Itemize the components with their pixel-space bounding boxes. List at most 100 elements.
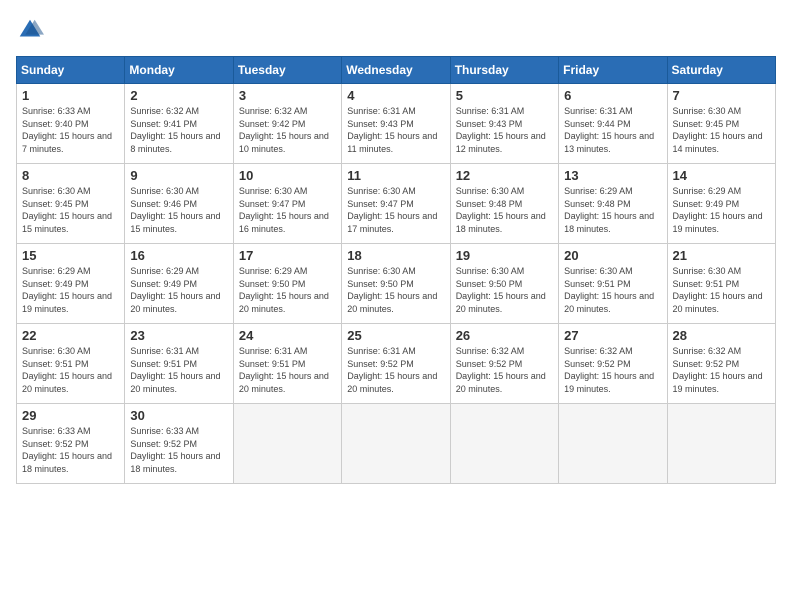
day-number: 1 <box>22 88 119 103</box>
day-number: 30 <box>130 408 227 423</box>
day-info: Sunrise: 6:31 AMSunset: 9:43 PMDaylight:… <box>456 106 546 154</box>
calendar-cell: 20 Sunrise: 6:30 AMSunset: 9:51 PMDaylig… <box>559 244 667 324</box>
day-info: Sunrise: 6:32 AMSunset: 9:52 PMDaylight:… <box>673 346 763 394</box>
day-info: Sunrise: 6:29 AMSunset: 9:50 PMDaylight:… <box>239 266 329 314</box>
column-header-friday: Friday <box>559 57 667 84</box>
calendar-cell: 28 Sunrise: 6:32 AMSunset: 9:52 PMDaylig… <box>667 324 775 404</box>
day-number: 13 <box>564 168 661 183</box>
calendar-cell: 29 Sunrise: 6:33 AMSunset: 9:52 PMDaylig… <box>17 404 125 484</box>
calendar-cell <box>233 404 341 484</box>
calendar-cell: 30 Sunrise: 6:33 AMSunset: 9:52 PMDaylig… <box>125 404 233 484</box>
calendar-cell: 21 Sunrise: 6:30 AMSunset: 9:51 PMDaylig… <box>667 244 775 324</box>
day-number: 6 <box>564 88 661 103</box>
day-info: Sunrise: 6:30 AMSunset: 9:48 PMDaylight:… <box>456 186 546 234</box>
calendar-cell: 18 Sunrise: 6:30 AMSunset: 9:50 PMDaylig… <box>342 244 450 324</box>
calendar-cell: 15 Sunrise: 6:29 AMSunset: 9:49 PMDaylig… <box>17 244 125 324</box>
calendar-cell <box>450 404 558 484</box>
calendar-cell: 11 Sunrise: 6:30 AMSunset: 9:47 PMDaylig… <box>342 164 450 244</box>
week-row-3: 15 Sunrise: 6:29 AMSunset: 9:49 PMDaylig… <box>17 244 776 324</box>
calendar-cell: 25 Sunrise: 6:31 AMSunset: 9:52 PMDaylig… <box>342 324 450 404</box>
calendar-cell: 24 Sunrise: 6:31 AMSunset: 9:51 PMDaylig… <box>233 324 341 404</box>
day-info: Sunrise: 6:32 AMSunset: 9:52 PMDaylight:… <box>564 346 654 394</box>
day-number: 4 <box>347 88 444 103</box>
calendar-cell: 1 Sunrise: 6:33 AMSunset: 9:40 PMDayligh… <box>17 84 125 164</box>
column-header-monday: Monday <box>125 57 233 84</box>
day-info: Sunrise: 6:31 AMSunset: 9:51 PMDaylight:… <box>130 346 220 394</box>
day-number: 10 <box>239 168 336 183</box>
calendar-cell: 14 Sunrise: 6:29 AMSunset: 9:49 PMDaylig… <box>667 164 775 244</box>
calendar-cell: 27 Sunrise: 6:32 AMSunset: 9:52 PMDaylig… <box>559 324 667 404</box>
day-number: 27 <box>564 328 661 343</box>
day-info: Sunrise: 6:33 AMSunset: 9:40 PMDaylight:… <box>22 106 112 154</box>
day-number: 11 <box>347 168 444 183</box>
day-info: Sunrise: 6:29 AMSunset: 9:49 PMDaylight:… <box>673 186 763 234</box>
day-info: Sunrise: 6:33 AMSunset: 9:52 PMDaylight:… <box>130 426 220 474</box>
day-number: 20 <box>564 248 661 263</box>
calendar-cell: 8 Sunrise: 6:30 AMSunset: 9:45 PMDayligh… <box>17 164 125 244</box>
calendar-table: SundayMondayTuesdayWednesdayThursdayFrid… <box>16 56 776 484</box>
header <box>16 16 776 44</box>
calendar-cell: 10 Sunrise: 6:30 AMSunset: 9:47 PMDaylig… <box>233 164 341 244</box>
day-number: 26 <box>456 328 553 343</box>
day-info: Sunrise: 6:30 AMSunset: 9:45 PMDaylight:… <box>673 106 763 154</box>
column-header-wednesday: Wednesday <box>342 57 450 84</box>
logo <box>16 16 48 44</box>
week-row-2: 8 Sunrise: 6:30 AMSunset: 9:45 PMDayligh… <box>17 164 776 244</box>
day-number: 21 <box>673 248 770 263</box>
calendar-cell: 22 Sunrise: 6:30 AMSunset: 9:51 PMDaylig… <box>17 324 125 404</box>
day-info: Sunrise: 6:30 AMSunset: 9:46 PMDaylight:… <box>130 186 220 234</box>
column-header-saturday: Saturday <box>667 57 775 84</box>
day-info: Sunrise: 6:31 AMSunset: 9:44 PMDaylight:… <box>564 106 654 154</box>
calendar-cell: 16 Sunrise: 6:29 AMSunset: 9:49 PMDaylig… <box>125 244 233 324</box>
day-number: 14 <box>673 168 770 183</box>
day-number: 12 <box>456 168 553 183</box>
day-number: 3 <box>239 88 336 103</box>
day-info: Sunrise: 6:31 AMSunset: 9:52 PMDaylight:… <box>347 346 437 394</box>
day-info: Sunrise: 6:30 AMSunset: 9:50 PMDaylight:… <box>347 266 437 314</box>
day-info: Sunrise: 6:30 AMSunset: 9:47 PMDaylight:… <box>239 186 329 234</box>
day-info: Sunrise: 6:31 AMSunset: 9:51 PMDaylight:… <box>239 346 329 394</box>
day-number: 29 <box>22 408 119 423</box>
calendar-cell: 19 Sunrise: 6:30 AMSunset: 9:50 PMDaylig… <box>450 244 558 324</box>
day-number: 23 <box>130 328 227 343</box>
day-number: 24 <box>239 328 336 343</box>
day-info: Sunrise: 6:30 AMSunset: 9:51 PMDaylight:… <box>564 266 654 314</box>
day-info: Sunrise: 6:30 AMSunset: 9:50 PMDaylight:… <box>456 266 546 314</box>
week-row-1: 1 Sunrise: 6:33 AMSunset: 9:40 PMDayligh… <box>17 84 776 164</box>
calendar-cell <box>342 404 450 484</box>
column-header-tuesday: Tuesday <box>233 57 341 84</box>
day-info: Sunrise: 6:29 AMSunset: 9:48 PMDaylight:… <box>564 186 654 234</box>
day-number: 15 <box>22 248 119 263</box>
calendar-cell: 9 Sunrise: 6:30 AMSunset: 9:46 PMDayligh… <box>125 164 233 244</box>
day-number: 28 <box>673 328 770 343</box>
day-info: Sunrise: 6:32 AMSunset: 9:52 PMDaylight:… <box>456 346 546 394</box>
day-number: 5 <box>456 88 553 103</box>
logo-icon <box>16 16 44 44</box>
column-header-sunday: Sunday <box>17 57 125 84</box>
calendar-cell: 5 Sunrise: 6:31 AMSunset: 9:43 PMDayligh… <box>450 84 558 164</box>
calendar-cell: 7 Sunrise: 6:30 AMSunset: 9:45 PMDayligh… <box>667 84 775 164</box>
week-row-4: 22 Sunrise: 6:30 AMSunset: 9:51 PMDaylig… <box>17 324 776 404</box>
day-info: Sunrise: 6:32 AMSunset: 9:42 PMDaylight:… <box>239 106 329 154</box>
day-number: 9 <box>130 168 227 183</box>
column-header-thursday: Thursday <box>450 57 558 84</box>
week-row-5: 29 Sunrise: 6:33 AMSunset: 9:52 PMDaylig… <box>17 404 776 484</box>
day-number: 8 <box>22 168 119 183</box>
day-info: Sunrise: 6:29 AMSunset: 9:49 PMDaylight:… <box>130 266 220 314</box>
day-info: Sunrise: 6:31 AMSunset: 9:43 PMDaylight:… <box>347 106 437 154</box>
day-number: 22 <box>22 328 119 343</box>
day-number: 25 <box>347 328 444 343</box>
day-info: Sunrise: 6:30 AMSunset: 9:47 PMDaylight:… <box>347 186 437 234</box>
day-info: Sunrise: 6:30 AMSunset: 9:45 PMDaylight:… <box>22 186 112 234</box>
calendar-cell <box>667 404 775 484</box>
day-info: Sunrise: 6:30 AMSunset: 9:51 PMDaylight:… <box>22 346 112 394</box>
calendar-cell: 23 Sunrise: 6:31 AMSunset: 9:51 PMDaylig… <box>125 324 233 404</box>
day-number: 2 <box>130 88 227 103</box>
day-number: 18 <box>347 248 444 263</box>
calendar-cell: 26 Sunrise: 6:32 AMSunset: 9:52 PMDaylig… <box>450 324 558 404</box>
calendar-cell: 13 Sunrise: 6:29 AMSunset: 9:48 PMDaylig… <box>559 164 667 244</box>
day-number: 17 <box>239 248 336 263</box>
day-info: Sunrise: 6:33 AMSunset: 9:52 PMDaylight:… <box>22 426 112 474</box>
calendar-cell: 3 Sunrise: 6:32 AMSunset: 9:42 PMDayligh… <box>233 84 341 164</box>
calendar-cell <box>559 404 667 484</box>
